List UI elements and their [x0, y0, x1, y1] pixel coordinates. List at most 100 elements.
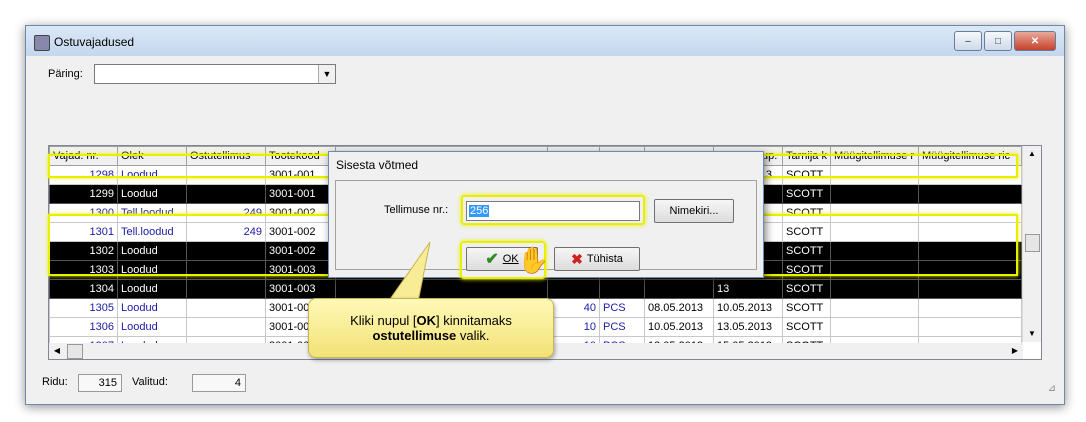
cell-kogus: 10 [547, 317, 600, 337]
cell-kood: 3001-002 [265, 203, 336, 223]
dialog-title: Sisesta võtmed [336, 158, 419, 172]
cancel-label: Tühista [586, 253, 623, 265]
cell-ost [186, 279, 266, 299]
column-header[interactable]: Olek [117, 146, 187, 166]
cell-tk: 08.05.2013 [644, 298, 714, 318]
title-bar[interactable]: Ostuvajadused – □ ✕ [26, 26, 1064, 56]
cell-empty [830, 203, 919, 223]
cell-nr: 1302 [49, 241, 118, 261]
column-header[interactable]: Tarnija k [782, 146, 831, 166]
cell-empty [918, 241, 1022, 261]
checkmark-icon: ✔ [485, 251, 499, 268]
cell-tarn: SCOTT [782, 241, 831, 261]
cell-ost: 249 [186, 203, 266, 223]
cell-kogus [547, 279, 600, 299]
order-number-label: Tellimuse nr.: [384, 204, 449, 216]
vertical-scroll-thumb[interactable] [1025, 234, 1040, 252]
callout-line-2: ostutellimuse valik. [372, 328, 490, 343]
cell-empty [918, 222, 1022, 242]
cell-nr: 1299 [49, 184, 118, 204]
order-number-value: 256 [469, 205, 490, 217]
cell-kood: 3001-003 [265, 260, 336, 280]
cell-ost [186, 317, 266, 337]
column-header[interactable]: Müügitellimuse r [830, 146, 919, 166]
cell-kogus: 40 [547, 298, 600, 318]
column-header[interactable]: Müügitellimuse ric [918, 146, 1022, 166]
cell-empty [918, 279, 1022, 299]
cell-kood: 3001-001 [265, 165, 336, 185]
selected-label: Valitud: [132, 376, 168, 388]
column-header[interactable]: Ostutellimus [186, 146, 266, 166]
cell-empty [830, 317, 919, 337]
callout-tail [387, 241, 431, 302]
cell-olek: Loodud [117, 165, 187, 185]
cell-tarn: SCOTT [782, 203, 831, 223]
close-button[interactable]: ✕ [1014, 31, 1056, 51]
cell-kood: 3001-002 [265, 222, 336, 242]
callout-line-1: Kliki nupul [OK] kinnitamaks [350, 313, 512, 328]
cell-uh: PCS [599, 317, 645, 337]
maximize-button[interactable]: □ [984, 31, 1012, 51]
status-bar: Ridu: 315 Valitud: 4 ⊿ [32, 370, 1058, 396]
rows-count: 315 [78, 374, 122, 392]
cell-tarn: SCOTT [782, 317, 831, 337]
cell-nr: 1306 [49, 317, 118, 337]
cell-empty [918, 260, 1022, 280]
column-header[interactable]: Tootekood [265, 146, 336, 166]
cell-empty [830, 298, 919, 318]
scroll-right-icon[interactable]: ▶ [1007, 343, 1023, 359]
table-row[interactable]: 1304 Loodud 3001-003 13 SCOTT [49, 279, 1022, 299]
cell-ost: 249 [186, 222, 266, 242]
cell-empty [830, 184, 919, 204]
cell-uh: PCS [599, 298, 645, 318]
cell-tk: 10.05.2013 [644, 317, 714, 337]
cell-empty [830, 241, 919, 261]
list-button[interactable]: Nimekiri... [654, 199, 734, 223]
cell-vk: 10.05.2013 [713, 298, 783, 318]
order-number-input[interactable]: 256 [466, 201, 640, 221]
cell-tarn: SCOTT [782, 298, 831, 318]
app-icon [34, 35, 50, 51]
cell-empty [918, 184, 1022, 204]
selected-count: 4 [192, 374, 246, 392]
cell-olek: Tell.loodud [117, 203, 187, 223]
horizontal-scroll-thumb[interactable] [67, 344, 83, 359]
cell-tarn: SCOTT [782, 260, 831, 280]
hand-cursor-icon: ✋ [517, 245, 550, 275]
cell-vk: 13 [713, 279, 783, 299]
cell-olek: Loodud [117, 260, 187, 280]
resize-grip-icon[interactable]: ⊿ [1048, 383, 1056, 394]
cell-empty [918, 317, 1022, 337]
chevron-down-icon[interactable]: ▼ [318, 65, 335, 83]
cell-empty [918, 298, 1022, 318]
scroll-left-icon[interactable]: ◀ [49, 343, 65, 359]
cell-nr: 1301 [49, 222, 118, 242]
cell-empty [918, 165, 1022, 185]
cell-olek: Loodud [117, 298, 187, 318]
cell-kood: 3001-002 [265, 241, 336, 261]
cell-ost [186, 184, 266, 204]
cell-empty [918, 203, 1022, 223]
cell-tarn: SCOTT [782, 222, 831, 242]
cell-olek: Loodud [117, 184, 187, 204]
cell-nr: 1304 [49, 279, 118, 299]
cell-olek: Loodud [117, 317, 187, 337]
cell-nr: 1298 [49, 165, 118, 185]
query-combobox[interactable]: ▼ [94, 64, 336, 84]
cancel-button[interactable]: ✖ Tühista [554, 247, 640, 271]
cell-olek: Tell.loodud [117, 222, 187, 242]
scroll-up-icon[interactable]: ▲ [1023, 146, 1041, 162]
cell-tarn: SCOTT [782, 165, 831, 185]
cell-nr: 1303 [49, 260, 118, 280]
cell-ost [186, 241, 266, 261]
cross-icon: ✖ [571, 250, 583, 267]
cell-uh [599, 279, 645, 299]
cell-kood: 3001-001 [265, 184, 336, 204]
minimize-button[interactable]: – [954, 31, 982, 51]
column-header[interactable]: Vajad. nr. [49, 146, 118, 166]
scroll-down-icon[interactable]: ▼ [1023, 326, 1041, 342]
cell-empty [830, 165, 919, 185]
cell-tk [644, 279, 714, 299]
vertical-scrollbar[interactable]: ▲ ▼ [1022, 146, 1041, 342]
cell-empty [830, 260, 919, 280]
